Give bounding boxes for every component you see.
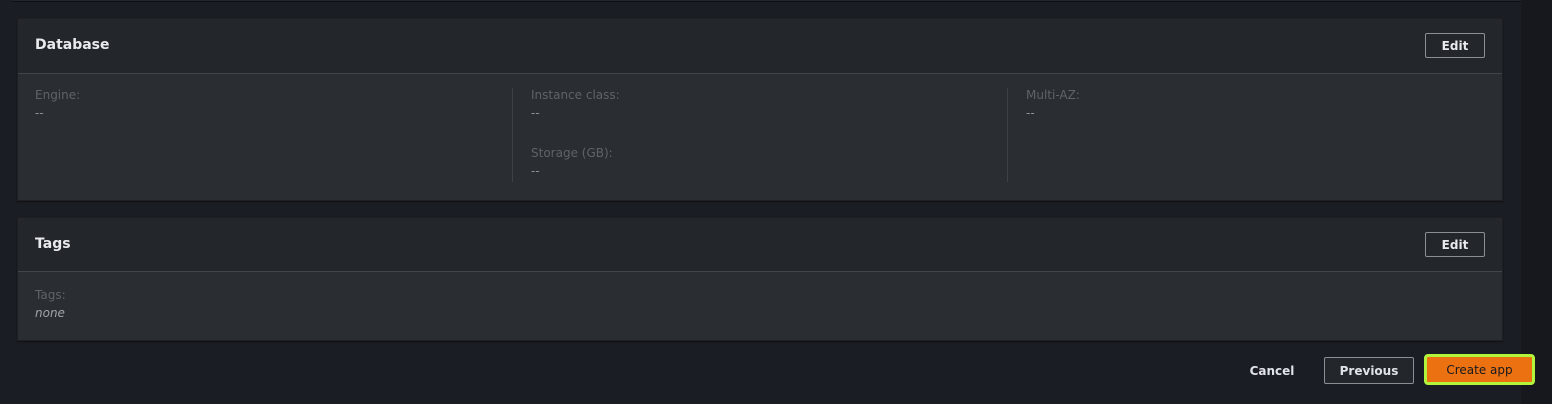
storage-value: -- xyxy=(531,164,540,178)
column-divider xyxy=(512,88,513,182)
page-gutter xyxy=(1521,0,1552,404)
cancel-button[interactable]: Cancel xyxy=(1240,357,1304,384)
create-app-button[interactable]: Create app xyxy=(1424,354,1535,385)
tags-value: none xyxy=(35,306,65,320)
multiaz-field: Multi-AZ: -- xyxy=(1009,88,1080,146)
tags-title: Tags xyxy=(35,236,71,252)
tags-field: Tags: none xyxy=(18,288,66,346)
multiaz-value: -- xyxy=(1026,106,1035,120)
multiaz-label: Multi-AZ: xyxy=(1026,88,1080,102)
instance-storage-fields: Instance class: -- Storage (GB): -- xyxy=(514,88,620,204)
previous-card-edge xyxy=(12,0,1521,2)
engine-value: -- xyxy=(35,106,44,120)
tags-label: Tags: xyxy=(35,288,66,302)
tags-card-header: Tags Edit xyxy=(18,218,1502,272)
database-card-header: Database Edit xyxy=(18,19,1502,74)
engine-field: Engine: -- xyxy=(18,88,80,146)
tags-card: Tags Edit Tags: none xyxy=(17,217,1503,341)
storage-label: Storage (GB): xyxy=(531,146,613,160)
database-title: Database xyxy=(35,37,110,53)
instance-class-label: Instance class: xyxy=(531,88,620,102)
column-divider xyxy=(1007,88,1008,182)
engine-label: Engine: xyxy=(35,88,81,102)
tags-edit-button[interactable]: Edit xyxy=(1425,232,1485,257)
database-edit-button[interactable]: Edit xyxy=(1425,33,1485,58)
database-card: Database Edit Engine: -- Instance class:… xyxy=(17,18,1503,201)
instance-class-value: -- xyxy=(531,106,540,120)
previous-button[interactable]: Previous xyxy=(1324,357,1414,384)
